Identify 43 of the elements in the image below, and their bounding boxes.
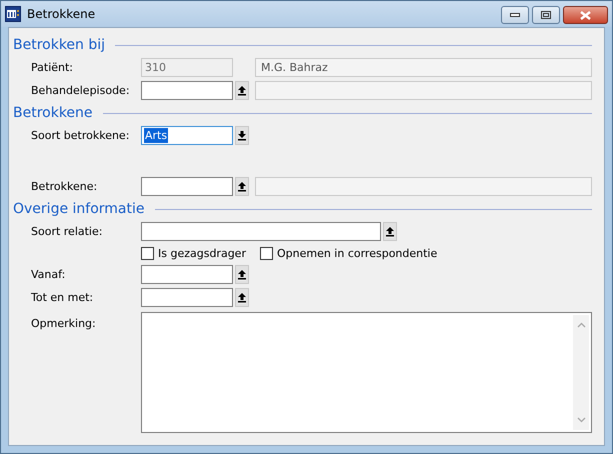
checkbox-option[interactable]: Opnemen in correspondentie	[260, 246, 438, 260]
down-arrow-icon	[238, 130, 246, 140]
maximize-button[interactable]	[532, 6, 560, 24]
input-field[interactable]	[141, 81, 233, 100]
up-arrow-icon	[238, 86, 246, 96]
checkbox-option[interactable]: Is gezagsdrager	[141, 246, 246, 260]
close-icon	[580, 10, 591, 20]
up-arrow-icon	[386, 226, 394, 236]
input-field[interactable]: Arts	[141, 126, 233, 145]
minimize-icon	[510, 13, 520, 17]
window-title: Betrokkene	[27, 7, 96, 21]
field-label: Tot en met:	[30, 291, 94, 304]
section-heading: Overige informatie	[13, 201, 144, 217]
section-heading: Betrokken bij	[13, 37, 106, 53]
input-field[interactable]	[141, 177, 233, 196]
field-label: Behandelepisode:	[30, 84, 131, 97]
field-label: Opmerking:	[30, 316, 97, 330]
lookup-button[interactable]	[235, 265, 249, 284]
up-arrow-icon	[238, 292, 246, 302]
field-label: Betrokkene:	[30, 180, 98, 193]
minimize-button[interactable]	[501, 6, 529, 24]
field-label: Vanaf:	[30, 268, 66, 281]
up-arrow-icon	[238, 270, 246, 280]
lookup-button[interactable]	[235, 81, 249, 100]
scroll-down-icon	[576, 417, 586, 423]
field-label: Patiënt:	[30, 61, 74, 74]
lookup-button[interactable]	[383, 222, 397, 241]
section-heading: Betrokkene	[13, 105, 93, 121]
scrollbar[interactable]	[573, 315, 589, 430]
field-label: Soort relatie:	[30, 225, 104, 238]
scroll-up-icon	[576, 322, 586, 328]
input-field[interactable]	[141, 288, 233, 307]
input-field[interactable]	[141, 265, 233, 284]
maximize-icon	[541, 11, 551, 19]
input-field[interactable]	[141, 222, 381, 241]
text-area[interactable]	[141, 312, 592, 433]
dropdown-button[interactable]	[235, 126, 249, 145]
up-arrow-icon	[238, 182, 246, 192]
field-label: Soort betrokkene:	[30, 129, 130, 142]
lookup-button[interactable]	[235, 288, 249, 307]
app-icon	[5, 6, 21, 22]
close-button[interactable]	[563, 6, 608, 24]
lookup-button[interactable]	[235, 177, 249, 196]
